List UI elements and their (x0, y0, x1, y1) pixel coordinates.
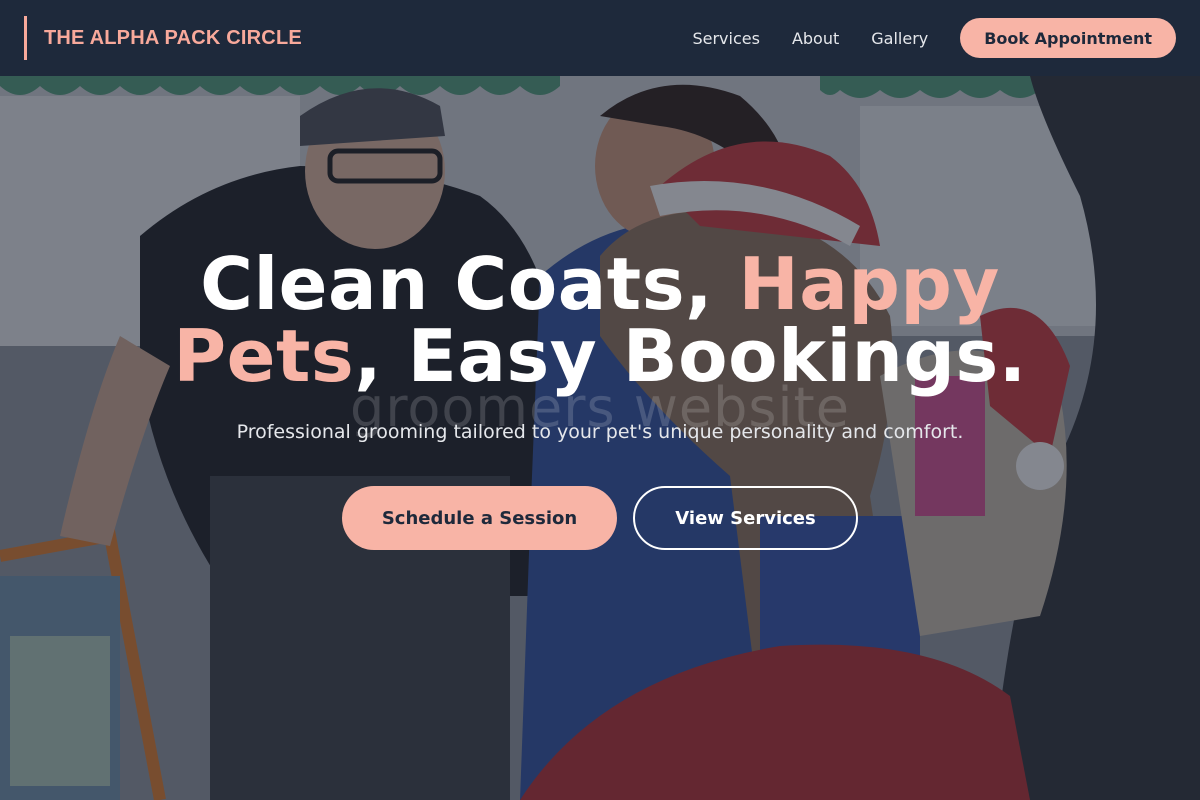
nav-link-about[interactable]: About (792, 29, 839, 48)
view-services-button[interactable]: View Services (633, 486, 858, 550)
hero-cta-group: Schedule a Session View Services (0, 486, 1200, 550)
headline-part-2: , Easy Bookings. (354, 314, 1027, 398)
brand-logo[interactable]: THE ALPHA PACK CIRCLE (24, 16, 302, 60)
top-navigation-bar: THE ALPHA PACK CIRCLE Services About Gal… (0, 0, 1200, 76)
hero-section: groomers website Clean Coats, Happy Pets… (0, 76, 1200, 800)
hero-subtitle: Professional grooming tailored to your p… (236, 421, 964, 443)
nav-link-gallery[interactable]: Gallery (871, 29, 928, 48)
book-appointment-button[interactable]: Book Appointment (960, 18, 1176, 58)
nav-link-services[interactable]: Services (692, 29, 759, 48)
main-nav: Services About Gallery Book Appointment (692, 18, 1176, 58)
hero-headline: Clean Coats, Happy Pets, Easy Bookings. (0, 248, 1200, 392)
brand-name: THE ALPHA PACK CIRCLE (44, 26, 302, 49)
headline-accent-pets: Pets (173, 314, 355, 398)
schedule-session-button[interactable]: Schedule a Session (342, 486, 617, 550)
